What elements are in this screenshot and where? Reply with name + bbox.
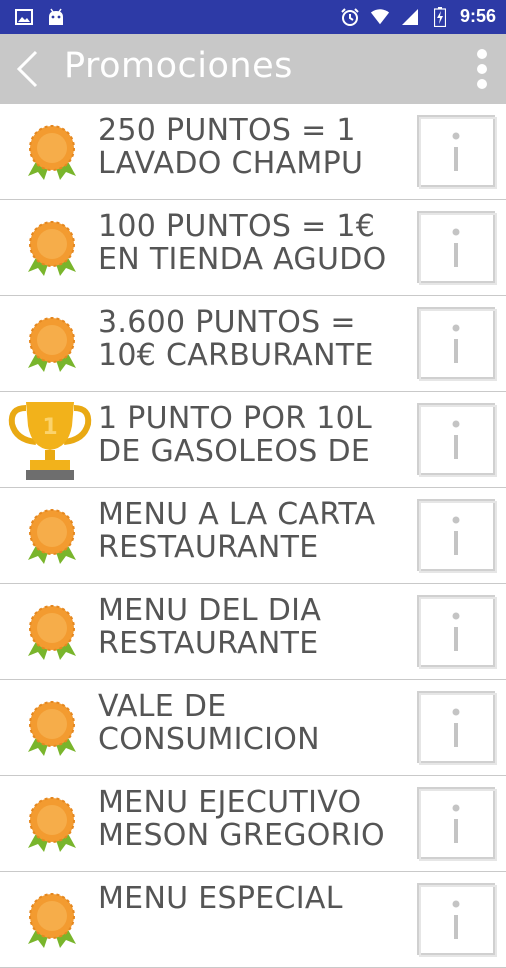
medal-icon [24, 794, 80, 854]
info-icon [417, 787, 497, 861]
info-button[interactable] [416, 690, 498, 766]
promotion-item[interactable]: MENU ESPECIAL [0, 872, 506, 968]
back-button[interactable] [10, 48, 46, 90]
info-icon [417, 691, 497, 765]
status-left [14, 7, 66, 27]
medal-icon [24, 314, 80, 374]
wifi-icon [370, 7, 390, 27]
info-icon [417, 403, 497, 477]
app-bar: Promociones [0, 34, 506, 104]
info-button[interactable] [416, 594, 498, 670]
info-icon [417, 499, 497, 573]
info-button[interactable] [416, 882, 498, 958]
more-vertical-icon [477, 49, 487, 89]
info-button[interactable] [416, 306, 498, 382]
android-icon [46, 7, 66, 27]
medal-icon [24, 122, 80, 182]
image-icon [14, 7, 34, 27]
promotion-title: 1 PUNTO POR 10L DE GASOLEOS DE [98, 402, 373, 469]
promotion-title: MENU A LA CARTA RESTAURANTE [98, 498, 376, 565]
signal-icon [400, 7, 420, 27]
info-button[interactable] [416, 498, 498, 574]
medal-icon [24, 602, 80, 662]
trophy-number: 1 [42, 415, 57, 440]
alarm-icon [340, 7, 360, 27]
promotion-title: 250 PUNTOS = 1 LAVADO CHAMPU [98, 114, 364, 181]
info-button[interactable] [416, 210, 498, 286]
info-icon [417, 307, 497, 381]
overflow-menu-button[interactable] [472, 46, 492, 92]
promotion-title: MENU DEL DIA RESTAURANTE [98, 594, 322, 661]
trophy-icon: 1 [6, 396, 94, 482]
medal-icon [24, 698, 80, 758]
promotion-item[interactable]: 100 PUNTOS = 1€ EN TIENDA AGUDO [0, 200, 506, 296]
status-right: 9:56 [340, 6, 496, 27]
promotion-title: MENU ESPECIAL [98, 882, 343, 916]
info-icon [417, 595, 497, 669]
promotion-title: VALE DE CONSUMICION [98, 690, 320, 757]
promotion-title: MENU EJECUTIVO MESON GREGORIO [98, 786, 385, 853]
promotion-item[interactable]: 3.600 PUNTOS = 10€ CARBURANTE [0, 296, 506, 392]
promotion-item[interactable]: 1 1 PUNTO POR 10L DE GASOLEOS DE [0, 392, 506, 488]
medal-icon [24, 890, 80, 950]
page-title: Promociones [64, 46, 293, 86]
promotion-item[interactable]: MENU DEL DIA RESTAURANTE [0, 584, 506, 680]
chevron-left-icon [16, 50, 38, 88]
info-icon [417, 211, 497, 285]
promotion-title: 3.600 PUNTOS = 10€ CARBURANTE [98, 306, 374, 373]
medal-icon [24, 218, 80, 278]
medal-icon [24, 506, 80, 566]
info-icon [417, 115, 497, 189]
info-button[interactable] [416, 114, 498, 190]
promotion-title: 100 PUNTOS = 1€ EN TIENDA AGUDO [98, 210, 387, 277]
promotion-item[interactable]: 250 PUNTOS = 1 LAVADO CHAMPU [0, 104, 506, 200]
promotion-list: 250 PUNTOS = 1 LAVADO CHAMPU 100 PUNTOS … [0, 104, 506, 968]
promotion-item[interactable]: VALE DE CONSUMICION [0, 680, 506, 776]
info-button[interactable] [416, 786, 498, 862]
info-icon [417, 883, 497, 957]
promotion-item[interactable]: MENU EJECUTIVO MESON GREGORIO [0, 776, 506, 872]
info-button[interactable] [416, 402, 498, 478]
status-bar: 9:56 [0, 0, 506, 34]
status-time: 9:56 [459, 6, 496, 26]
battery-icon [430, 6, 450, 27]
promotion-item[interactable]: MENU A LA CARTA RESTAURANTE [0, 488, 506, 584]
